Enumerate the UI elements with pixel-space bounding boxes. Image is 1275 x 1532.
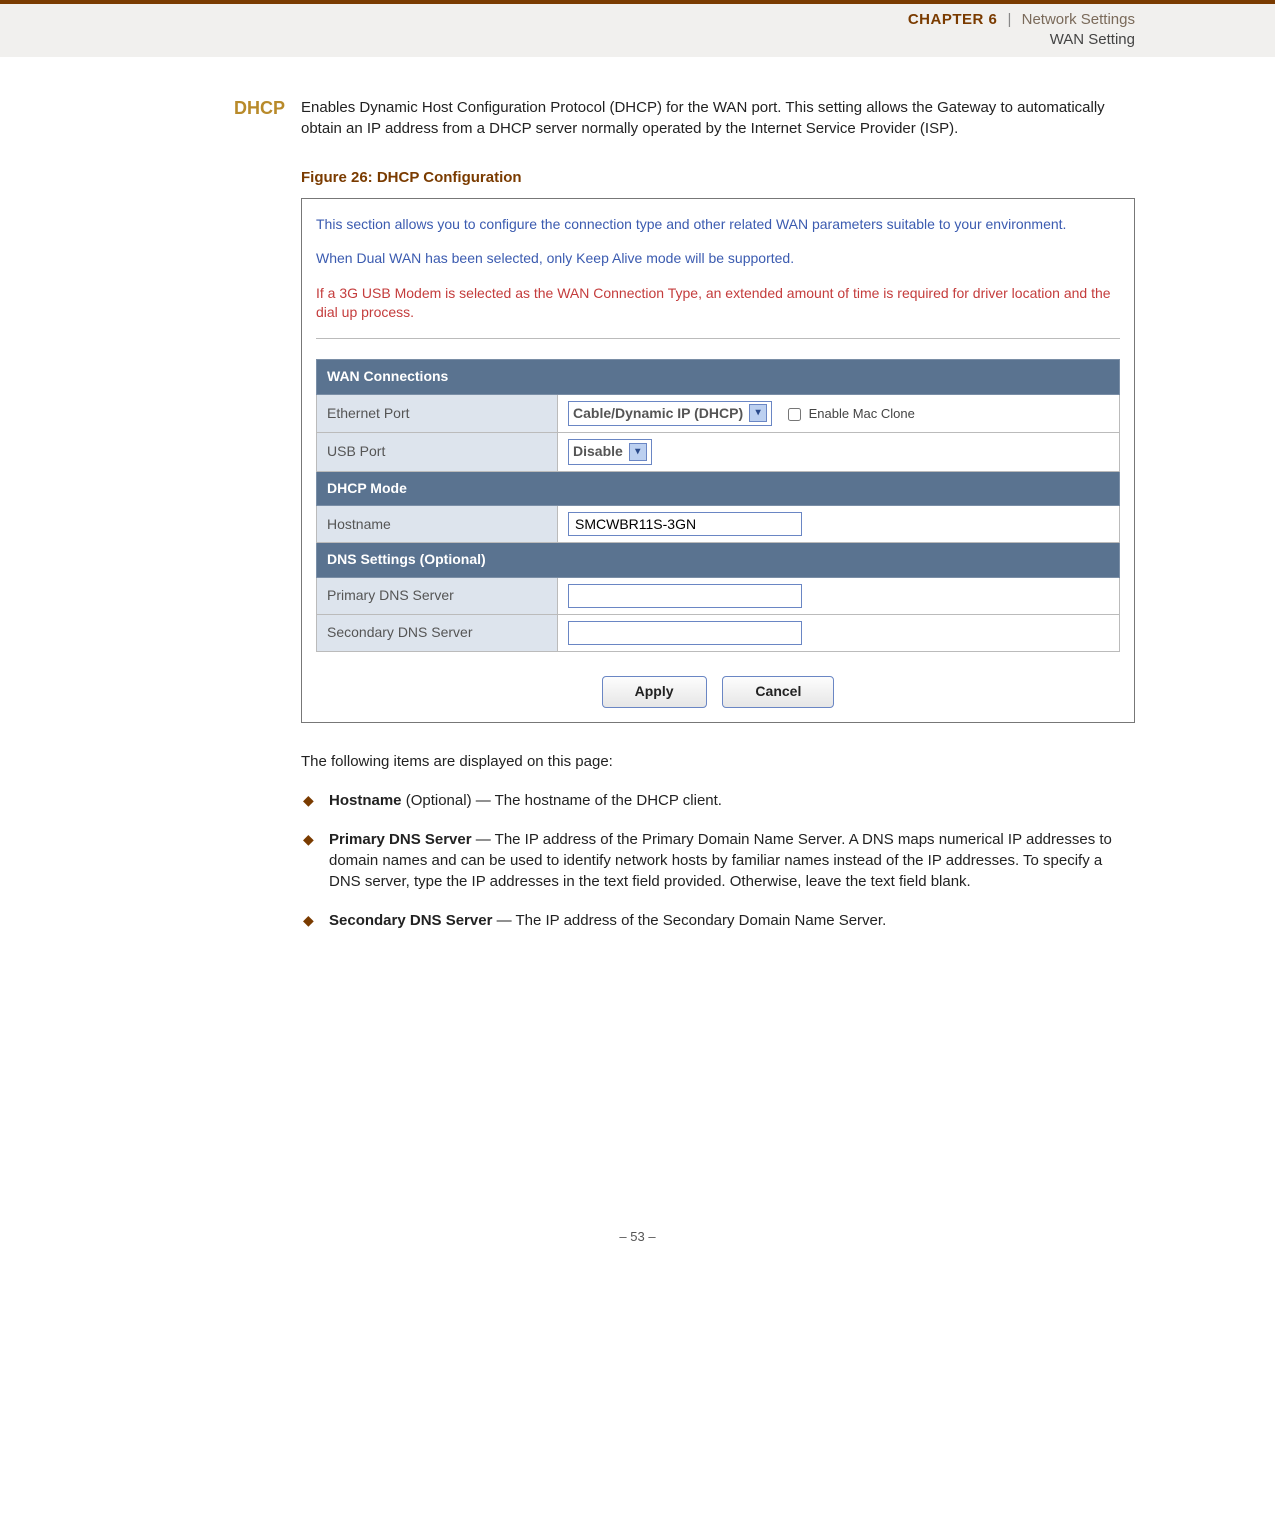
row-label-usb: USB Port [317,433,558,472]
warning-text: If a 3G USB Modem is selected as the WAN… [316,284,1120,322]
usb-select-value: Disable [573,442,623,462]
list-item: Secondary DNS Server — The IP address of… [301,910,1135,931]
header-dns-settings: DNS Settings (Optional) [317,543,1120,578]
info-text-2: When Dual WAN has been selected, only Ke… [316,249,1120,268]
intro-paragraph: Enables Dynamic Host Configuration Proto… [301,97,1135,139]
header-divider: | [1008,11,1012,28]
row-label-hostname: Hostname [317,506,558,543]
list-item: Hostname (Optional) — The hostname of th… [301,790,1135,811]
chevron-down-icon: ▾ [629,443,647,461]
item-hostname-text: (Optional) — The hostname of the DHCP cl… [402,792,722,809]
ethernet-select-value: Cable/Dynamic IP (DHCP) [573,404,743,424]
item-secondary-dns-bold: Secondary DNS Server [329,912,492,929]
row-label-secondary-dns: Secondary DNS Server [317,615,558,652]
item-secondary-dns-text: — The IP address of the Secondary Domain… [492,912,886,929]
section-label-dhcp: DHCP [140,97,285,119]
chevron-down-icon: ▾ [749,404,767,422]
figure-caption: Figure 26: DHCP Configuration [301,167,1135,188]
header-dhcp-mode: DHCP Mode [317,471,1120,506]
chapter-label: CHAPTER 6 [908,11,998,28]
chapter-small: C [908,11,919,28]
header-title: Network Settings [1022,11,1135,28]
chapter-rest: HAPTER 6 [919,11,997,28]
page-content: DHCP Enables Dynamic Host Configuration … [0,57,1275,969]
mac-clone-checkbox[interactable] [788,408,801,421]
items-intro: The following items are displayed on thi… [301,751,1135,772]
header-wan-connections: WAN Connections [317,360,1120,395]
cancel-button[interactable]: Cancel [722,676,834,708]
divider-line [316,338,1120,339]
config-table: WAN Connections Ethernet Port Cable/Dyna… [316,359,1120,652]
row-label-primary-dns: Primary DNS Server [317,578,558,615]
list-item: Primary DNS Server — The IP address of t… [301,829,1135,892]
page-footer: – 53 – [0,1229,1275,1264]
items-list: Hostname (Optional) — The hostname of th… [301,790,1135,931]
item-hostname-bold: Hostname [329,792,402,809]
secondary-dns-input[interactable] [568,621,802,645]
apply-button[interactable]: Apply [602,676,707,708]
header-subtitle: WAN Setting [0,30,1135,50]
primary-dns-input[interactable] [568,584,802,608]
item-primary-dns-bold: Primary DNS Server [329,831,472,848]
mac-clone-label: Enable Mac Clone [809,406,915,421]
info-text-1: This section allows you to configure the… [316,215,1120,234]
header-band: CHAPTER 6 | Network Settings WAN Setting [0,4,1275,57]
config-screenshot: This section allows you to configure the… [301,198,1135,723]
ethernet-select[interactable]: Cable/Dynamic IP (DHCP) ▾ [568,401,772,427]
usb-select[interactable]: Disable ▾ [568,439,652,465]
row-label-ethernet: Ethernet Port [317,394,558,433]
mac-clone-wrap: Enable Mac Clone [784,406,915,421]
button-row: Apply Cancel [316,676,1120,708]
hostname-input[interactable] [568,512,802,536]
